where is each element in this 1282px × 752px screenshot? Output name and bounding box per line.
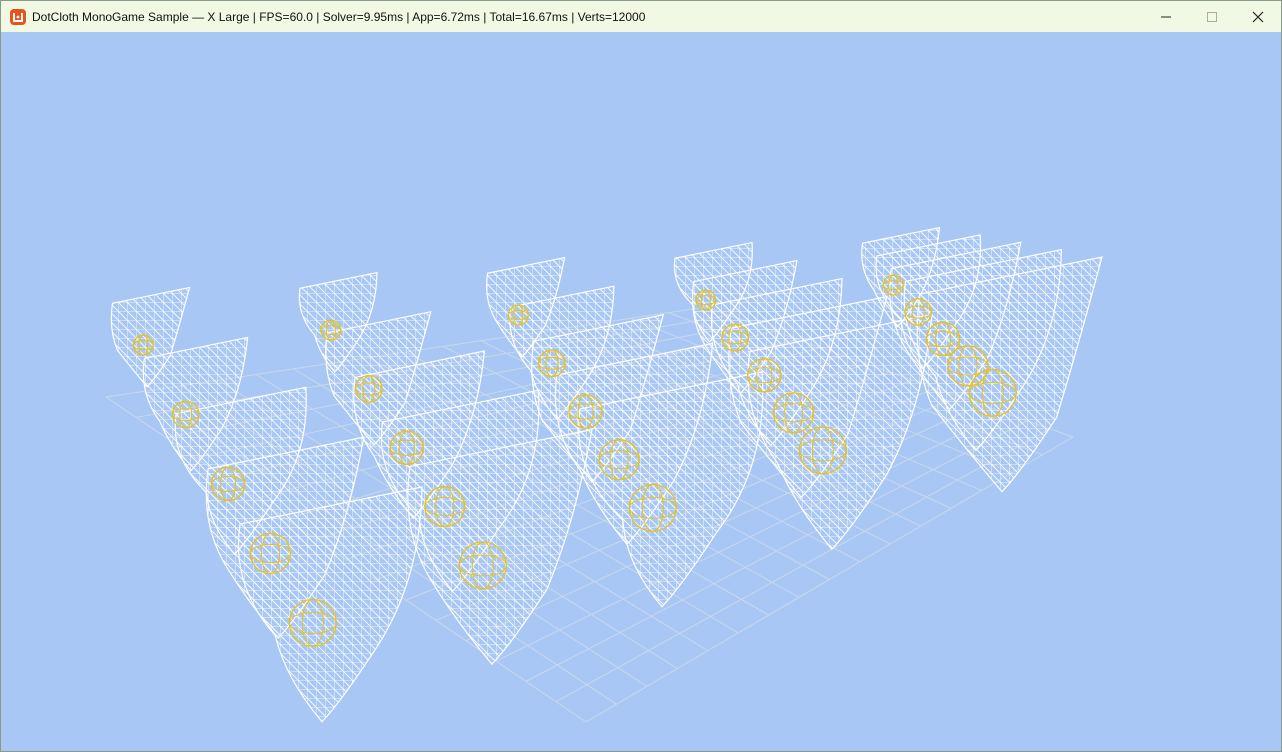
cloth-mesh [407, 428, 593, 666]
window-title: DotCloth MonoGame Sample — X Large | FPS… [32, 9, 646, 24]
window-controls [1143, 1, 1281, 32]
monogame-logo-icon [10, 8, 26, 25]
cloth-mesh [237, 486, 423, 723]
close-icon [1252, 11, 1264, 22]
cloth-mesh [747, 313, 933, 551]
title-bar[interactable]: DotCloth MonoGame Sample — X Large | FPS… [1, 1, 1281, 32]
cloth-scene [105, 226, 1103, 723]
render-viewport[interactable] [1, 32, 1281, 751]
minimize-button[interactable] [1143, 1, 1189, 32]
maximize-icon [1207, 11, 1217, 22]
close-button[interactable] [1235, 1, 1281, 32]
maximize-button[interactable] [1189, 1, 1235, 32]
app-window: DotCloth MonoGame Sample — X Large | FPS… [0, 0, 1282, 752]
cloth-mesh [578, 371, 764, 608]
minimize-icon [1161, 16, 1171, 17]
cloth-mesh [916, 256, 1103, 493]
